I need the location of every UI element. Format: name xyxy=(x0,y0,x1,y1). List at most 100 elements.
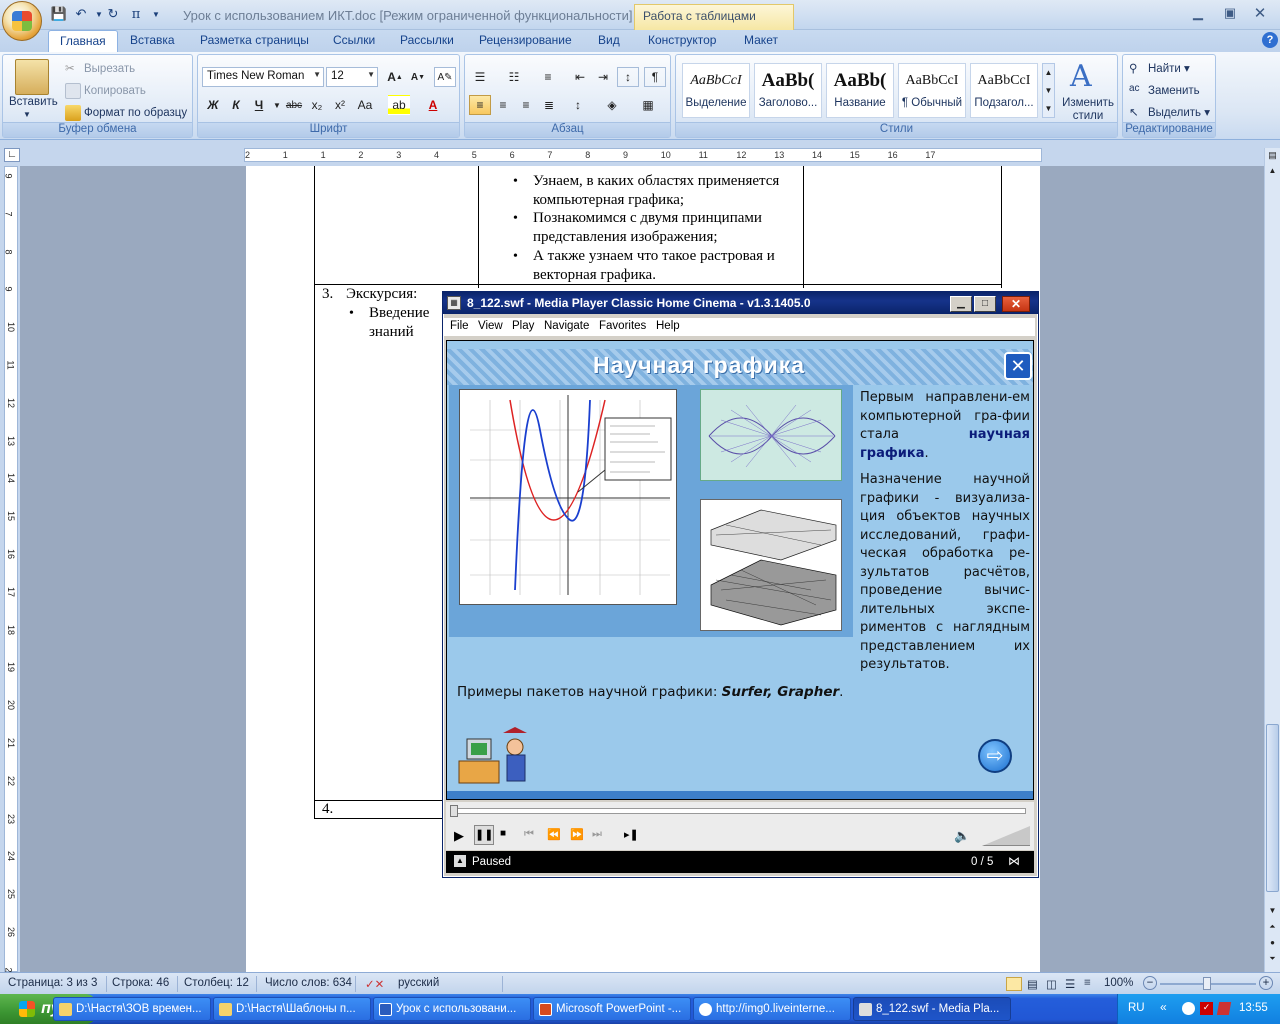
save-icon[interactable]: 💾 xyxy=(50,5,68,23)
zoom-slider-thumb[interactable] xyxy=(1203,977,1211,990)
zoom-level[interactable]: 100% xyxy=(1104,977,1133,989)
font-size-combo[interactable]: 12 ▼ xyxy=(326,67,378,87)
word-count[interactable]: Число слов: 634 xyxy=(265,977,352,989)
styles-scroll[interactable]: ▲ ▼ ▼ xyxy=(1042,63,1055,118)
stop-icon[interactable]: ■ xyxy=(500,828,506,839)
copy-button[interactable]: Копировать xyxy=(65,83,146,99)
minimize-icon[interactable]: ▁ xyxy=(1187,4,1209,22)
resize-grip-icon[interactable]: ⋈ xyxy=(1008,854,1020,868)
font-color-icon[interactable]: A xyxy=(422,95,444,115)
tab-layout[interactable]: Макет xyxy=(744,33,778,47)
font-name-combo[interactable]: Times New Roman ▼ xyxy=(202,67,324,87)
next-icon[interactable]: ⏭ xyxy=(592,828,602,841)
seek-bar[interactable] xyxy=(446,802,1034,822)
style-title[interactable]: AaBb(Название xyxy=(826,63,894,118)
subscript-button[interactable]: x₂ xyxy=(306,95,328,115)
outline-icon[interactable]: ☰ xyxy=(1065,977,1075,991)
prev-icon[interactable]: ⏮ xyxy=(524,828,534,841)
video-area[interactable]: Научная графика ✕ Первым направлени-ем к… xyxy=(446,340,1034,800)
volume-icon[interactable]: 🔈 xyxy=(954,828,970,844)
increase-indent-icon[interactable]: ⇥ xyxy=(592,67,614,87)
rewind-icon[interactable]: ⏪ xyxy=(547,828,561,841)
sort-icon[interactable]: ↕ xyxy=(617,67,639,87)
menu-play[interactable]: Play xyxy=(512,320,534,332)
equation-icon[interactable]: π xyxy=(127,5,145,23)
shrink-font-button[interactable]: A ▼ xyxy=(407,67,429,87)
taskbar-item[interactable]: 8_122.swf - Media Pla... xyxy=(853,997,1011,1021)
maximize-icon[interactable]: ▣ xyxy=(1219,4,1241,22)
forward-icon[interactable]: ⏩ xyxy=(570,828,584,841)
align-left-icon[interactable]: ≡ xyxy=(469,95,491,115)
taskbar-item[interactable]: D:\Настя\Шаблоны п... xyxy=(213,997,371,1021)
print-layout-icon[interactable] xyxy=(1006,977,1022,991)
taskbar-item[interactable]: http://img0.liveinterne... xyxy=(693,997,851,1021)
vertical-ruler[interactable]: 9 7 8 9 10 11 12 13 14 15 16 17 18 19 20 21 22 23 24 25 26 2 xyxy=(4,166,18,972)
tab-design[interactable]: Конструктор xyxy=(648,33,716,47)
next-slide-icon[interactable]: ⇨ xyxy=(978,739,1012,773)
style-normal[interactable]: AaBbCcI ¶ Обычный xyxy=(898,63,966,118)
select-button[interactable]: ↖ Выделить ▾ xyxy=(1129,105,1210,121)
browse-object-icon[interactable]: ● xyxy=(1266,938,1279,951)
paste-dropdown-icon[interactable]: ▼ xyxy=(23,110,31,119)
seek-thumb[interactable] xyxy=(450,805,458,817)
customize-toolbar-icon[interactable]: ▼ xyxy=(147,5,165,23)
bullets-icon[interactable]: ☰ xyxy=(469,67,491,87)
office-button[interactable] xyxy=(2,1,42,41)
page-indicator[interactable]: Страница: 3 из 3 xyxy=(8,977,97,989)
numbering-icon[interactable]: ☷ xyxy=(503,67,525,87)
superscript-button[interactable]: x² xyxy=(329,95,351,115)
align-center-icon[interactable]: ≡ xyxy=(492,95,514,115)
line-spacing-icon[interactable]: ↕ xyxy=(567,95,589,115)
menu-navigate[interactable]: Navigate xyxy=(544,320,589,332)
language-indicator[interactable]: RU xyxy=(1128,1002,1145,1014)
play-icon[interactable]: ▶ xyxy=(454,828,464,844)
multilevel-list-icon[interactable]: ≡ xyxy=(537,67,559,87)
replace-button[interactable]: ac Заменить xyxy=(1129,83,1200,99)
tab-selector[interactable]: ∟ xyxy=(4,148,20,162)
full-screen-icon[interactable]: ▤ xyxy=(1027,977,1038,991)
justify-icon[interactable]: ≣ xyxy=(538,95,560,115)
decrease-indent-icon[interactable]: ⇤ xyxy=(569,67,591,87)
menu-favorites[interactable]: Favorites xyxy=(599,320,646,332)
borders-icon[interactable]: ▦ xyxy=(637,95,659,115)
menu-file[interactable]: File xyxy=(450,320,469,332)
tab-review[interactable]: Рецензирование xyxy=(479,33,572,47)
antivirus-icon[interactable]: ✓ xyxy=(1200,1002,1213,1015)
highlight-icon[interactable]: ab xyxy=(388,95,410,115)
bold-button[interactable]: Ж xyxy=(202,95,224,115)
align-right-icon[interactable]: ≡ xyxy=(515,95,537,115)
find-button[interactable]: ⚲ Найти ▾ xyxy=(1129,61,1190,77)
menu-view[interactable]: View xyxy=(478,320,503,332)
taskbar-item[interactable]: Microsoft PowerPoint -... xyxy=(533,997,691,1021)
seek-track[interactable] xyxy=(452,808,1026,814)
change-styles-button[interactable]: Изменить стили xyxy=(1060,97,1116,123)
tab-mailings[interactable]: Рассылки xyxy=(400,33,454,47)
volume-slider[interactable] xyxy=(982,826,1030,846)
shading-icon[interactable]: ◈ xyxy=(601,95,623,115)
mpc-close-icon[interactable]: ✕ xyxy=(1002,296,1030,312)
taskbar-item[interactable]: D:\Настя\ЗОВ времен... xyxy=(53,997,211,1021)
paste-icon[interactable] xyxy=(15,59,49,95)
tray-expand-icon[interactable]: « xyxy=(1160,1000,1167,1014)
line-indicator[interactable]: Строка: 46 xyxy=(112,977,169,989)
paste-button[interactable]: Вставить xyxy=(9,96,58,108)
column-indicator[interactable]: Столбец: 12 xyxy=(184,977,249,989)
tab-home[interactable]: Главная xyxy=(48,30,118,52)
change-case-button[interactable]: Aa xyxy=(354,95,376,115)
show-marks-icon[interactable]: ¶ xyxy=(644,67,666,87)
italic-button[interactable]: К xyxy=(225,95,247,115)
undo-icon[interactable]: ↶ xyxy=(72,5,90,23)
language-indicator[interactable]: русский xyxy=(398,977,439,989)
redo-icon[interactable]: ↻ xyxy=(104,5,122,23)
tab-page-layout[interactable]: Разметка страницы xyxy=(200,33,309,47)
horizontal-ruler[interactable]: 2 1 1 2 3 4 5 6 7 8 9 10 11 12 13 14 15 16 17 xyxy=(244,148,1042,162)
scroll-up-icon[interactable]: ▲ xyxy=(1266,166,1279,179)
zoom-out-icon[interactable]: − xyxy=(1143,976,1157,990)
next-page-icon[interactable]: ⏷ xyxy=(1266,954,1279,967)
scrollbar-thumb[interactable] xyxy=(1266,724,1279,892)
mpc-minimize-icon[interactable]: ▁ xyxy=(950,296,972,312)
style-emphasis[interactable]: AaBbCcI Выделение xyxy=(682,63,750,118)
tray-app-icon[interactable] xyxy=(1216,1002,1232,1015)
spelling-icon[interactable]: ✓✕ xyxy=(365,977,384,991)
prev-page-icon[interactable]: ⏶ xyxy=(1266,922,1279,935)
